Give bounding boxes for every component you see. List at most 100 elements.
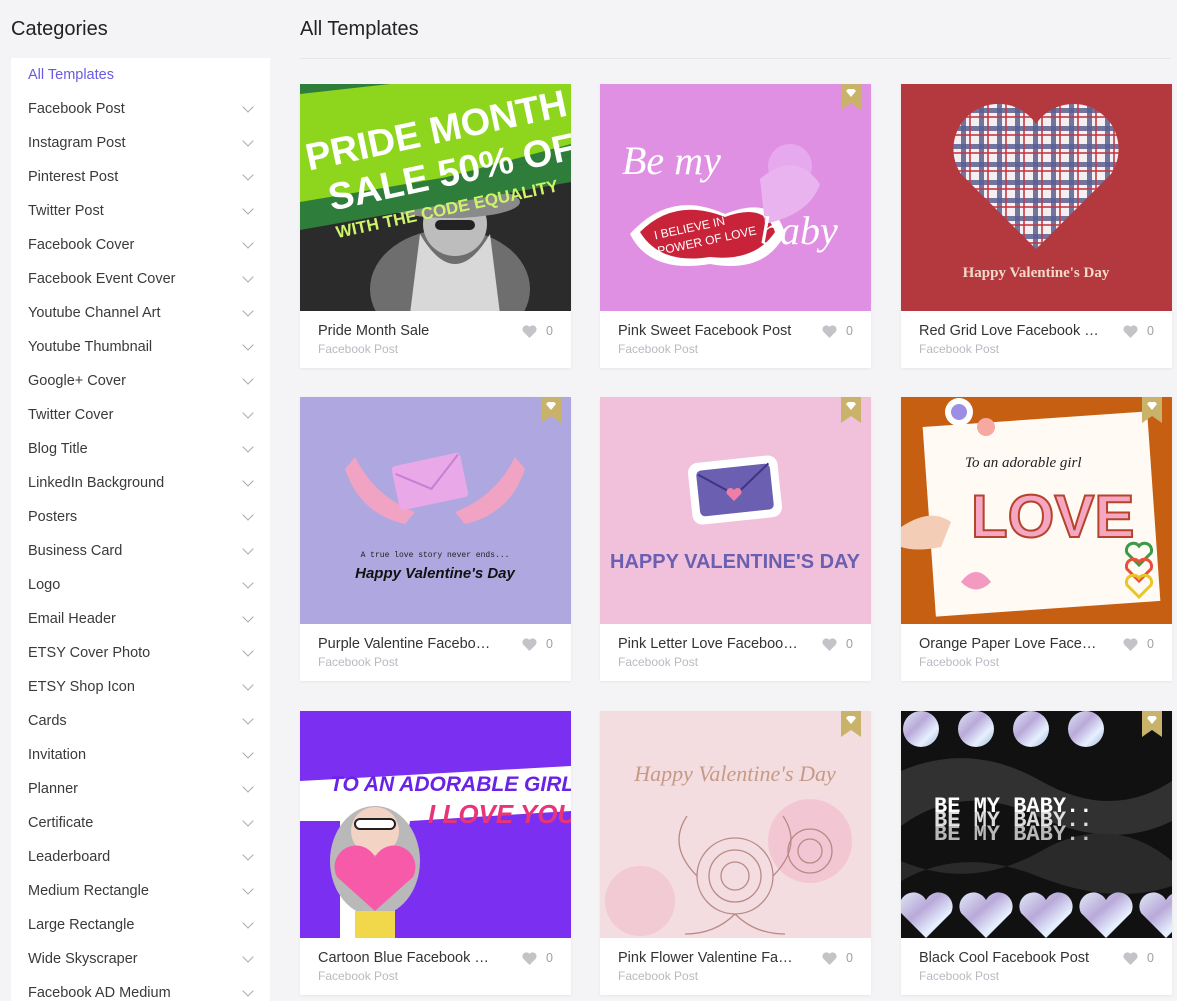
like-control[interactable]: 0	[1123, 324, 1154, 338]
template-name[interactable]: Red Grid Love Facebook Post	[919, 323, 1099, 339]
heart-icon[interactable]	[522, 951, 537, 965]
heart-icon[interactable]	[522, 324, 537, 338]
chevron-down-icon[interactable]	[242, 508, 254, 521]
chevron-down-icon[interactable]	[242, 780, 254, 793]
chevron-down-icon[interactable]	[242, 644, 254, 657]
sidebar-item[interactable]: Large Rectangle	[11, 908, 270, 942]
template-card[interactable]: BE MY BABY.. BE MY BABY.. BE MY BABY.. B…	[901, 711, 1172, 995]
heart-icon[interactable]	[822, 637, 837, 651]
heart-icon[interactable]	[522, 637, 537, 651]
sidebar-item[interactable]: All Templates	[11, 58, 270, 92]
chevron-down-icon[interactable]	[242, 440, 254, 453]
template-name[interactable]: Purple Valentine Facebook Post	[318, 636, 498, 652]
chevron-down-icon[interactable]	[242, 882, 254, 895]
template-thumbnail[interactable]: HAPPY VALENTINE'S DAY	[600, 397, 871, 624]
heart-icon[interactable]	[1123, 637, 1138, 651]
sidebar-item[interactable]: Youtube Thumbnail	[11, 330, 270, 364]
sidebar-item[interactable]: Pinterest Post	[11, 160, 270, 194]
sidebar-item[interactable]: Facebook Event Cover	[11, 262, 270, 296]
template-card[interactable]: Happy Valentine's Day Pink Flower Valent…	[600, 711, 871, 995]
sidebar-item[interactable]: ETSY Shop Icon	[11, 670, 270, 704]
sidebar-item[interactable]: Email Header	[11, 602, 270, 636]
template-name[interactable]: Pink Flower Valentine Facebook Post	[618, 950, 798, 966]
chevron-down-icon[interactable]	[242, 202, 254, 215]
template-thumbnail[interactable]: Happy Valentine's Day	[901, 84, 1172, 311]
like-control[interactable]: 0	[822, 951, 853, 965]
template-card[interactable]: PRIDE MONTH SALE 50% OF WITH THE CODE EQ…	[300, 84, 571, 368]
chevron-down-icon[interactable]	[242, 236, 254, 249]
chevron-down-icon[interactable]	[242, 814, 254, 827]
chevron-down-icon[interactable]	[242, 916, 254, 929]
chevron-down-icon[interactable]	[242, 304, 254, 317]
template-thumbnail[interactable]: Be my I BELIEVE IN POWER OF LOVE baby	[600, 84, 871, 311]
template-card[interactable]: To an adorable girl LOVE Orange Paper Lo…	[901, 397, 1172, 681]
sidebar-item[interactable]: Logo	[11, 568, 270, 602]
chevron-down-icon[interactable]	[242, 610, 254, 623]
chevron-down-icon[interactable]	[242, 542, 254, 555]
template-card[interactable]: A true love story never ends... Happy Va…	[300, 397, 571, 681]
template-card[interactable]: HAPPY VALENTINE'S DAY Pink Letter Love F…	[600, 397, 871, 681]
chevron-down-icon[interactable]	[242, 270, 254, 283]
chevron-down-icon[interactable]	[242, 134, 254, 147]
like-control[interactable]: 0	[822, 324, 853, 338]
chevron-down-icon[interactable]	[242, 338, 254, 351]
like-control[interactable]: 0	[522, 951, 553, 965]
like-control[interactable]: 0	[1123, 951, 1154, 965]
sidebar-item[interactable]: Medium Rectangle	[11, 874, 270, 908]
template-name[interactable]: Black Cool Facebook Post	[919, 950, 1099, 966]
like-control[interactable]: 0	[522, 324, 553, 338]
sidebar-item[interactable]: Business Card	[11, 534, 270, 568]
template-card[interactable]: Happy Valentine's Day Red Grid Love Face…	[901, 84, 1172, 368]
heart-icon[interactable]	[822, 324, 837, 338]
sidebar-item[interactable]: Leaderboard	[11, 840, 270, 874]
chevron-down-icon[interactable]	[242, 678, 254, 691]
template-name[interactable]: Pink Sweet Facebook Post	[618, 323, 798, 339]
sidebar-item[interactable]: ETSY Cover Photo	[11, 636, 270, 670]
like-control[interactable]: 0	[822, 637, 853, 651]
sidebar-item[interactable]: LinkedIn Background	[11, 466, 270, 500]
template-name[interactable]: Pride Month Sale	[318, 323, 498, 339]
template-thumbnail[interactable]: To an adorable girl LOVE	[901, 397, 1172, 624]
sidebar-item[interactable]: Posters	[11, 500, 270, 534]
sidebar-item[interactable]: Planner	[11, 772, 270, 806]
template-name[interactable]: Pink Letter Love Facebook Post	[618, 636, 798, 652]
chevron-down-icon[interactable]	[242, 168, 254, 181]
sidebar-item[interactable]: Facebook AD Medium	[11, 976, 270, 1001]
heart-icon[interactable]	[1123, 324, 1138, 338]
sidebar-item[interactable]: Instagram Post	[11, 126, 270, 160]
sidebar-item[interactable]: Blog Title	[11, 432, 270, 466]
sidebar-item[interactable]: Google+ Cover	[11, 364, 270, 398]
sidebar-item[interactable]: Certificate	[11, 806, 270, 840]
template-card[interactable]: Be my I BELIEVE IN POWER OF LOVE baby Pi…	[600, 84, 871, 368]
template-thumbnail[interactable]: PRIDE MONTH SALE 50% OF WITH THE CODE EQ…	[300, 84, 571, 311]
chevron-down-icon[interactable]	[242, 576, 254, 589]
sidebar-item[interactable]: Invitation	[11, 738, 270, 772]
chevron-down-icon[interactable]	[242, 712, 254, 725]
sidebar-item[interactable]: Youtube Channel Art	[11, 296, 270, 330]
chevron-down-icon[interactable]	[242, 100, 254, 113]
template-card[interactable]: TO AN ADORABLE GIRL I LOVE YOU Cartoon B…	[300, 711, 571, 995]
sidebar-item[interactable]: Twitter Post	[11, 194, 270, 228]
template-name[interactable]: Orange Paper Love Facebook Post	[919, 636, 1099, 652]
like-control[interactable]: 0	[1123, 637, 1154, 651]
chevron-down-icon[interactable]	[242, 474, 254, 487]
chevron-down-icon[interactable]	[242, 984, 254, 997]
template-thumbnail[interactable]: BE MY BABY.. BE MY BABY.. BE MY BABY..	[901, 711, 1172, 938]
template-thumbnail[interactable]: TO AN ADORABLE GIRL I LOVE YOU	[300, 711, 571, 938]
template-name[interactable]: Cartoon Blue Facebook Post	[318, 950, 498, 966]
sidebar-item[interactable]: Facebook Cover	[11, 228, 270, 262]
heart-icon[interactable]	[1123, 951, 1138, 965]
sidebar-item[interactable]: Twitter Cover	[11, 398, 270, 432]
sidebar-item[interactable]: Wide Skyscraper	[11, 942, 270, 976]
chevron-down-icon[interactable]	[242, 950, 254, 963]
chevron-down-icon[interactable]	[242, 746, 254, 759]
heart-icon[interactable]	[822, 951, 837, 965]
sidebar-item[interactable]: Facebook Post	[11, 92, 270, 126]
template-thumbnail[interactable]: Happy Valentine's Day	[600, 711, 871, 938]
like-control[interactable]: 0	[522, 637, 553, 651]
chevron-down-icon[interactable]	[242, 372, 254, 385]
sidebar-item[interactable]: Cards	[11, 704, 270, 738]
chevron-down-icon[interactable]	[242, 848, 254, 861]
template-thumbnail[interactable]: A true love story never ends... Happy Va…	[300, 397, 571, 624]
chevron-down-icon[interactable]	[242, 406, 254, 419]
